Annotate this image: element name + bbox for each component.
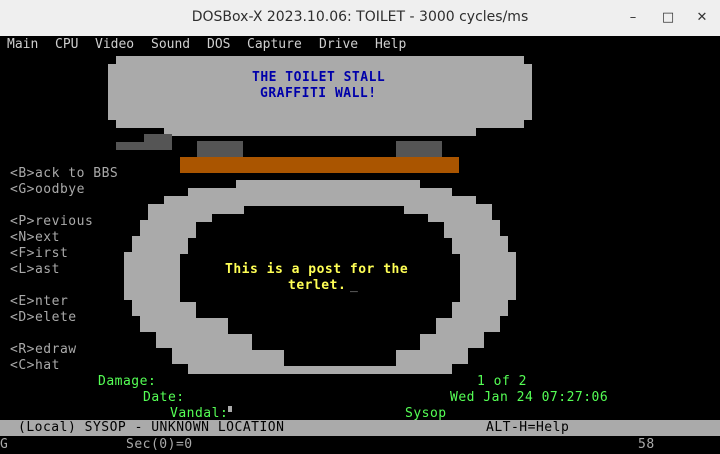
cmd-previous[interactable]: <P>revious — [10, 214, 93, 230]
status-time-left: 58 — [638, 437, 655, 452]
board-separator: ________________________________________ — [180, 122, 421, 133]
status-g: G — [0, 437, 9, 452]
date-label: Date: — [143, 390, 185, 405]
damage-value: 1 of 2 — [477, 374, 527, 389]
board-title-line1: THE TOILET STALL — [252, 70, 386, 85]
seat-bar — [180, 157, 459, 173]
post-line2: terlet. — [288, 278, 347, 293]
status-help-hint: ALT-H=Help — [486, 420, 570, 435]
cmd-first[interactable]: <F>irst — [10, 246, 68, 262]
cmd-delete[interactable]: <D>elete — [10, 310, 77, 326]
cmd-enter[interactable]: <E>nter — [10, 294, 68, 310]
cmd-next[interactable]: <N>ext — [10, 230, 60, 246]
post-line1: This is a post for the — [225, 262, 409, 277]
text-cursor: _ — [350, 278, 359, 293]
seat-hinge-left — [197, 141, 243, 157]
status-location: (Local) SYSOP - UNKNOWN LOCATION — [18, 420, 285, 435]
cmd-chat[interactable]: <C>hat — [10, 358, 60, 374]
board-title-line2: GRAFFITI WALL! — [260, 86, 377, 101]
cmd-goodbye[interactable]: <G>oodbye — [10, 182, 85, 198]
seat-hinge-right — [396, 141, 442, 157]
status-bar: (Local) SYSOP - UNKNOWN LOCATION ALT-H=H… — [0, 420, 720, 436]
cmd-last[interactable]: <L>ast — [10, 262, 60, 278]
status-sec: Sec(0)=0 — [126, 437, 193, 452]
cmd-redraw[interactable]: <R>edraw — [10, 342, 77, 358]
status-bar-secondary: G Sec(0)=0 58 — [0, 436, 720, 454]
damage-label: Damage: — [98, 374, 157, 389]
cmd-back-to-bbs[interactable]: <B>ack to BBS — [10, 166, 118, 182]
date-value: Wed Jan 24 07:27:06 — [450, 390, 609, 405]
